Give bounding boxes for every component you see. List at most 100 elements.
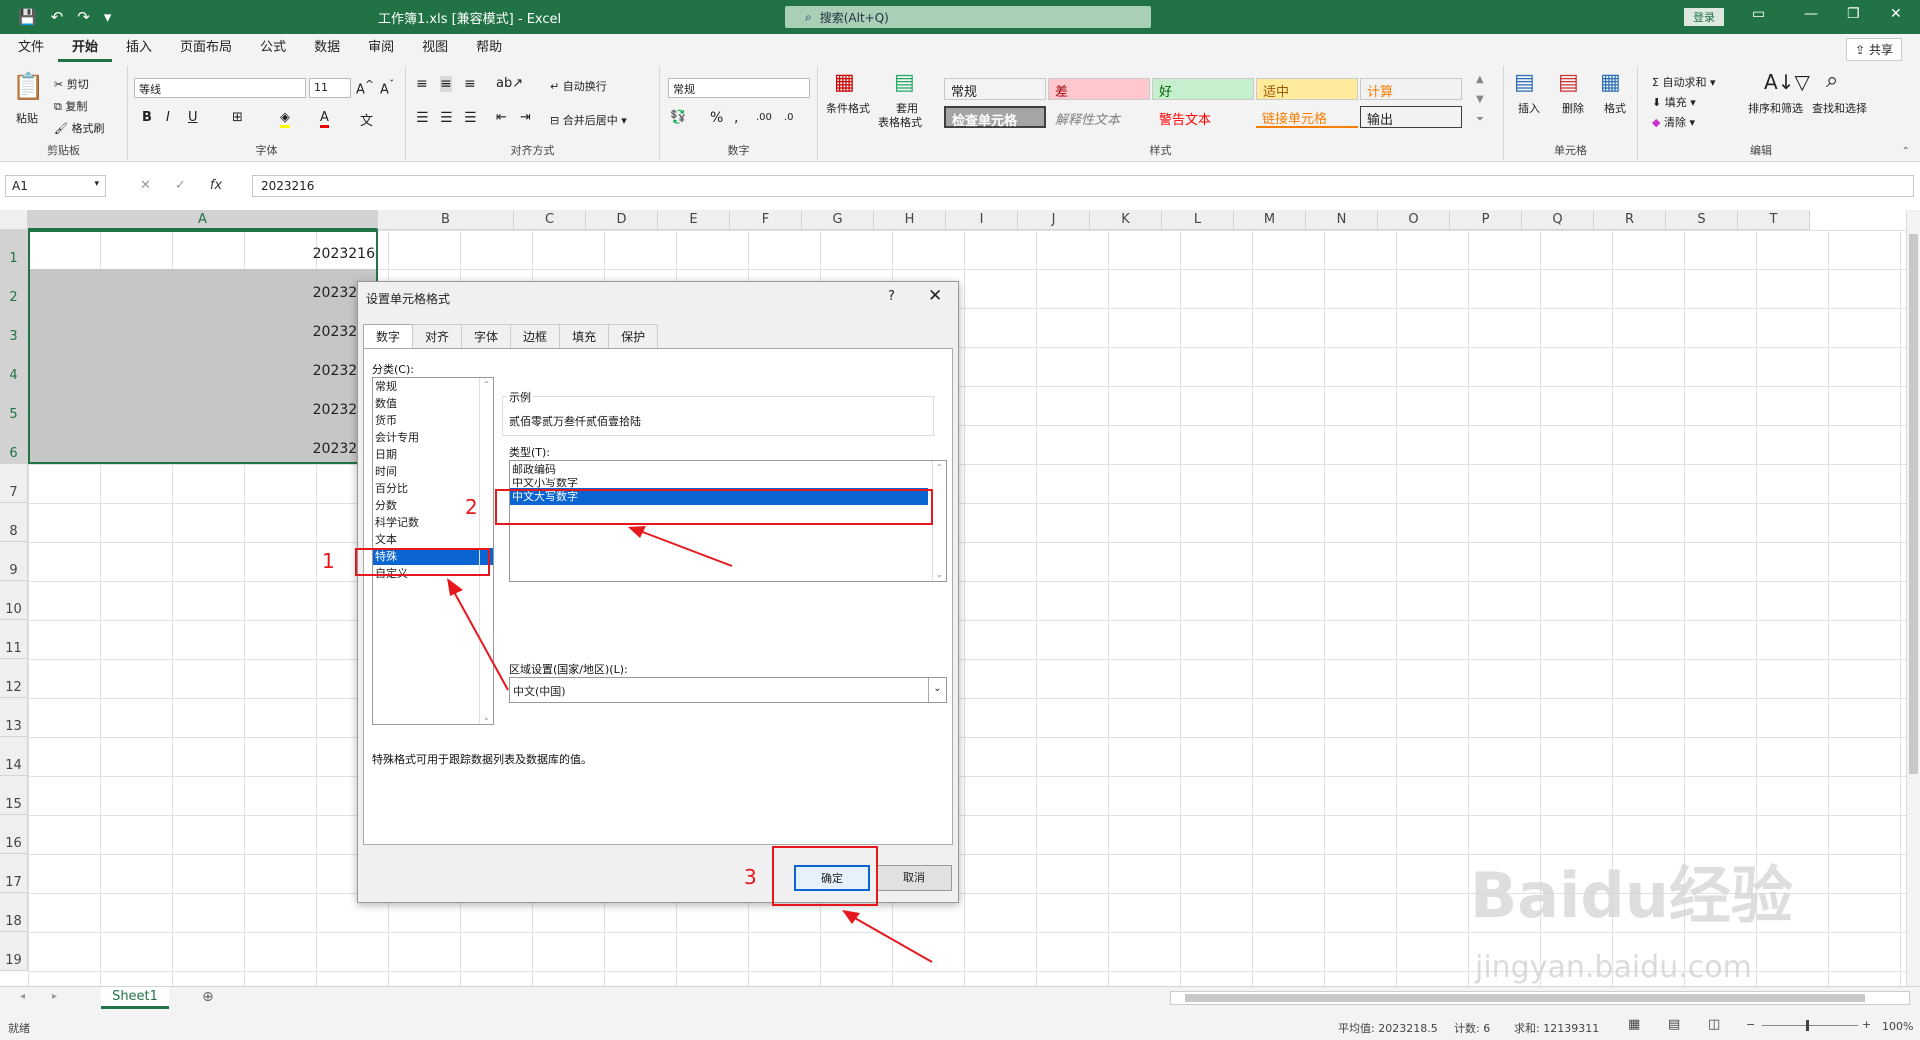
sort-filter-button[interactable]: 排序和筛选	[1748, 100, 1803, 116]
row-header[interactable]: 17	[0, 854, 28, 893]
column-header[interactable]: D	[586, 210, 658, 230]
font-size-select[interactable]: 11	[309, 78, 351, 98]
normal-view-icon[interactable]: ▦	[1628, 1017, 1640, 1032]
cancel-entry-icon[interactable]: ✕	[140, 178, 151, 193]
delete-cells-button[interactable]: 删除	[1562, 100, 1584, 116]
column-header[interactable]: A	[28, 210, 378, 230]
page-break-view-icon[interactable]: ◫	[1708, 1017, 1720, 1032]
style-output[interactable]: 输出	[1360, 106, 1462, 128]
row-header[interactable]: 11	[0, 620, 28, 659]
style-linked-cell[interactable]: 链接单元格	[1256, 106, 1358, 128]
column-header[interactable]: N	[1306, 210, 1378, 230]
autosum-button[interactable]: Σ 自动求和 ▾	[1652, 74, 1715, 90]
tab-number[interactable]: 数字	[363, 324, 414, 348]
customize-icon[interactable]: ▾	[104, 8, 112, 26]
zoom-slider-thumb[interactable]	[1806, 1020, 1809, 1031]
row-header[interactable]: 13	[0, 698, 28, 737]
border-icon[interactable]: ⊞	[232, 110, 243, 125]
prev-sheet-icon[interactable]: ◂	[20, 991, 25, 1002]
redo-icon[interactable]: ↷	[77, 8, 90, 26]
category-item[interactable]: 文本	[373, 531, 493, 548]
add-sheet-icon[interactable]: ⊕	[202, 989, 214, 1005]
scroll-up-icon[interactable]: ⌃	[483, 380, 490, 389]
align-left-icon[interactable]: ☰	[416, 110, 429, 126]
clear-button[interactable]: ◆ 清除 ▾	[1652, 114, 1695, 130]
category-item[interactable]: 数值	[373, 395, 493, 412]
sheet-tab-sheet1[interactable]: Sheet1	[101, 987, 169, 1009]
zoom-slider[interactable]	[1762, 1025, 1858, 1026]
row-header[interactable]: 4	[0, 347, 28, 386]
style-check-cell[interactable]: 检查单元格	[944, 106, 1046, 129]
horizontal-scroll-thumb[interactable]	[1185, 994, 1865, 1002]
fill-button[interactable]: ⬇ 填充 ▾	[1652, 94, 1696, 110]
close-icon[interactable]: ✕	[928, 286, 942, 306]
type-scrollbar[interactable]: ⌃ ⌄	[932, 461, 946, 581]
conditional-format-icon[interactable]: ▦	[834, 70, 855, 95]
scroll-up-icon[interactable]: ⌃	[936, 463, 943, 472]
row-header[interactable]: 3	[0, 308, 28, 347]
format-as-table-icon[interactable]: ▤	[894, 70, 915, 95]
column-header[interactable]: K	[1090, 210, 1162, 230]
cut-button[interactable]: ✂ 剪切	[54, 76, 89, 92]
row-header[interactable]: 18	[0, 893, 28, 932]
wrap-text-button[interactable]: ↵ 自动换行	[550, 78, 607, 94]
styles-scroll-up-icon[interactable]: ▲	[1476, 74, 1484, 85]
row-header[interactable]: 2	[0, 269, 28, 308]
format-cells-icon[interactable]: ▦	[1600, 70, 1621, 95]
font-color-icon[interactable]: A	[320, 110, 329, 128]
insert-function-icon[interactable]: fx	[210, 178, 222, 193]
category-item[interactable]: 时间	[373, 463, 493, 480]
column-header[interactable]: T	[1738, 210, 1810, 230]
row-header[interactable]: 1	[0, 230, 28, 269]
row-header[interactable]: 10	[0, 581, 28, 620]
percent-icon[interactable]: %	[710, 110, 723, 126]
conditional-format-button[interactable]: 条件格式	[826, 100, 870, 116]
row-header[interactable]: 9	[0, 542, 28, 581]
copy-button[interactable]: ⧉ 复制	[54, 98, 87, 114]
column-header[interactable]: F	[730, 210, 802, 230]
style-bad[interactable]: 差	[1048, 78, 1150, 100]
zoom-in-icon[interactable]: +	[1862, 1018, 1871, 1031]
styles-more-icon[interactable]: ⏷	[1476, 114, 1484, 125]
style-neutral[interactable]: 适中	[1256, 78, 1358, 100]
confirm-entry-icon[interactable]: ✓	[175, 178, 186, 193]
bottom-align-icon[interactable]: ≡	[464, 76, 476, 92]
tab-home[interactable]: 开始	[58, 34, 113, 62]
column-header[interactable]: M	[1234, 210, 1306, 230]
column-header[interactable]: G	[802, 210, 874, 230]
login-button[interactable]: 登录	[1684, 8, 1724, 26]
align-center-icon[interactable]: ☰	[440, 110, 453, 126]
maximize-icon[interactable]: ❐	[1847, 6, 1860, 22]
row-header[interactable]: 16	[0, 815, 28, 854]
shrink-font-icon[interactable]: Aˇ	[380, 78, 394, 97]
scroll-down-icon[interactable]: ⌄	[483, 713, 490, 722]
insert-cells-button[interactable]: 插入	[1518, 100, 1540, 116]
minimize-icon[interactable]: —	[1804, 6, 1818, 22]
insert-cells-icon[interactable]: ▤	[1514, 70, 1535, 95]
tab-alignment[interactable]: 对齐	[412, 324, 463, 348]
next-sheet-icon[interactable]: ▸	[52, 991, 57, 1002]
column-header[interactable]: B	[378, 210, 514, 230]
column-header[interactable]: L	[1162, 210, 1234, 230]
bold-icon[interactable]: B	[142, 110, 152, 125]
zoom-out-icon[interactable]: −	[1746, 1018, 1755, 1031]
row-header[interactable]: 14	[0, 737, 28, 776]
middle-align-icon[interactable]: ≡	[440, 76, 452, 92]
format-table-label-2[interactable]: 表格格式	[878, 114, 922, 130]
cell-a2[interactable]: 2023216	[28, 285, 378, 301]
column-header[interactable]: H	[874, 210, 946, 230]
orientation-icon[interactable]: ab↗	[496, 76, 523, 91]
scroll-down-icon[interactable]: ⌄	[936, 570, 943, 579]
fill-color-icon[interactable]: ◈	[280, 110, 290, 128]
styles-scroll-down-icon[interactable]: ▼	[1476, 94, 1484, 105]
phonetic-icon[interactable]: 文	[360, 110, 373, 129]
save-icon[interactable]: 💾	[18, 8, 37, 26]
tab-protection[interactable]: 保护	[608, 324, 659, 348]
share-button[interactable]: ⇪ 共享	[1846, 38, 1902, 61]
cell-a3[interactable]: 2023216	[28, 324, 378, 340]
paste-button[interactable]: 粘贴	[16, 110, 38, 126]
number-format-select[interactable]: 常规	[668, 78, 810, 98]
tab-data[interactable]: 数据	[300, 34, 354, 62]
help-icon[interactable]: ?	[888, 289, 895, 304]
row-header[interactable]: 7	[0, 464, 28, 503]
